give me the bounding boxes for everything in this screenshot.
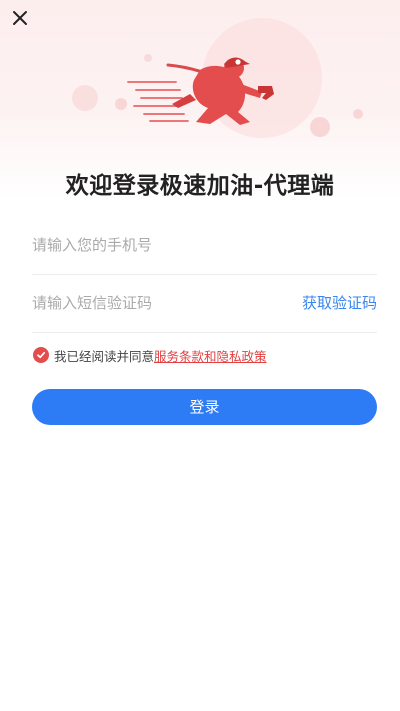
check-icon [37, 351, 46, 359]
close-button[interactable] [8, 6, 32, 30]
close-icon [13, 11, 27, 25]
phone-field [32, 216, 377, 275]
get-code-button[interactable]: 获取验证码 [302, 274, 377, 332]
sms-code-input[interactable] [32, 274, 282, 332]
sms-code-field: 获取验证码 [32, 274, 377, 333]
page-title: 欢迎登录极速加油-代理端 [65, 173, 335, 199]
terms-privacy-link[interactable]: 服务条款和隐私政策 [154, 346, 267, 365]
phone-input[interactable] [32, 216, 282, 274]
agreement-text: 我已经阅读并同意 [54, 348, 155, 364]
login-button[interactable]: 登录 [32, 389, 377, 425]
agreement-row: 我已经阅读并同意 服务条款和隐私政策 [33, 345, 267, 365]
agreement-checkbox[interactable] [33, 347, 49, 363]
